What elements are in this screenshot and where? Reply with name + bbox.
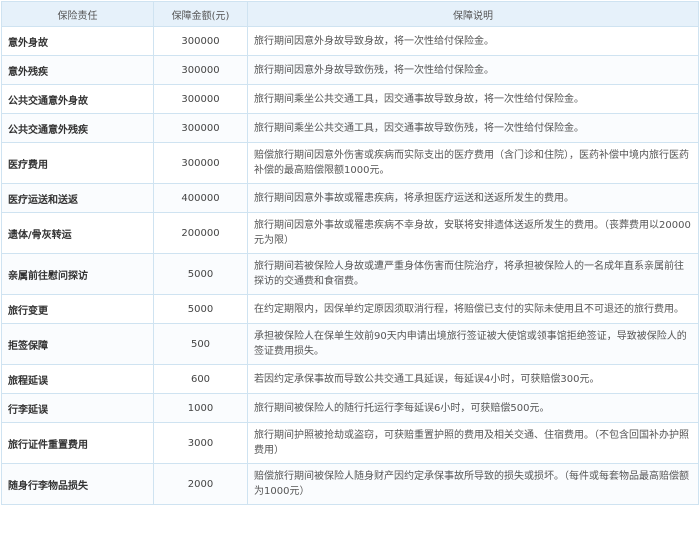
table-row: 意外残疾 300000 旅行期间因意外身故导致伤残，将一次性给付保险金。 — [1, 55, 699, 85]
header-coverage-description: 保障说明 — [247, 1, 699, 27]
coverage-name: 旅行证件重置费用 — [1, 422, 154, 464]
coverage-description: 在约定期限内，因保单约定原因须取消行程，将赔偿已支付的实际未使用且不可退还的旅行… — [247, 294, 699, 324]
table-row: 公共交通意外残疾 300000 旅行期间乘坐公共交通工具，因交通事故导致伤残，将… — [1, 113, 699, 143]
coverage-description: 赔偿旅行期间因意外伤害或疾病而实际支出的医疗费用（含门诊和住院），医药补偿中境内… — [247, 142, 699, 184]
coverage-description: 赔偿旅行期间被保险人随身财产因约定承保事故所导致的损失或损坏。（每件或每套物品最… — [247, 463, 699, 505]
coverage-name: 意外残疾 — [1, 55, 154, 85]
coverage-name: 行李延误 — [1, 393, 154, 423]
coverage-amount: 3000 — [153, 422, 248, 464]
table-header-row: 保险责任 保障金额(元) 保障说明 — [1, 1, 699, 27]
coverage-description: 旅行期间乘坐公共交通工具，因交通事故导致伤残，将一次性给付保险金。 — [247, 113, 699, 143]
coverage-amount: 5000 — [153, 294, 248, 324]
coverage-amount: 400000 — [153, 183, 248, 213]
coverage-description: 旅行期间因意外身故导致伤残，将一次性给付保险金。 — [247, 55, 699, 85]
coverage-description: 旅行期间因意外身故导致身故，将一次性给付保险金。 — [247, 26, 699, 56]
table-row: 医疗费用 300000 赔偿旅行期间因意外伤害或疾病而实际支出的医疗费用（含门诊… — [1, 142, 699, 184]
coverage-amount: 200000 — [153, 212, 248, 254]
header-coverage-amount: 保障金额(元) — [153, 1, 248, 27]
header-coverage-item: 保险责任 — [1, 1, 154, 27]
coverage-name: 意外身故 — [1, 26, 154, 56]
coverage-description: 旅行期间因意外事故或罹患疾病，将承担医疗运送和送返所发生的费用。 — [247, 183, 699, 213]
coverage-description: 旅行期间被保险人的随行托运行李每延误6小时，可获赔偿500元。 — [247, 393, 699, 423]
coverage-description: 承担被保险人在保单生效前90天内申请出境旅行签证被大使馆或领事馆拒绝签证，导致被… — [247, 323, 699, 365]
coverage-name: 遗体/骨灰转运 — [1, 212, 154, 254]
coverage-amount: 1000 — [153, 393, 248, 423]
coverage-amount: 300000 — [153, 142, 248, 184]
coverage-amount: 2000 — [153, 463, 248, 505]
table-row: 意外身故 300000 旅行期间因意外身故导致身故，将一次性给付保险金。 — [1, 26, 699, 56]
coverage-description: 旅行期间乘坐公共交通工具，因交通事故导致身故，将一次性给付保险金。 — [247, 84, 699, 114]
table-row: 医疗运送和送返 400000 旅行期间因意外事故或罹患疾病，将承担医疗运送和送返… — [1, 183, 699, 213]
table-row: 随身行李物品损失 2000 赔偿旅行期间被保险人随身财产因约定承保事故所导致的损… — [1, 463, 699, 505]
coverage-name: 旅行变更 — [1, 294, 154, 324]
coverage-amount: 500 — [153, 323, 248, 365]
coverage-name: 医疗费用 — [1, 142, 154, 184]
coverage-name: 医疗运送和送返 — [1, 183, 154, 213]
table-row: 行李延误 1000 旅行期间被保险人的随行托运行李每延误6小时，可获赔偿500元… — [1, 393, 699, 423]
coverage-name: 随身行李物品损失 — [1, 463, 154, 505]
coverage-amount: 5000 — [153, 253, 248, 295]
coverage-description: 旅行期间护照被抢劫或盗窃，可获赔重置护照的费用及相关交通、住宿费用。（不包含回国… — [247, 422, 699, 464]
coverage-name: 公共交通意外身故 — [1, 84, 154, 114]
coverage-table: 保险责任 保障金额(元) 保障说明 意外身故 300000 旅行期间因意外身故导… — [1, 1, 699, 505]
coverage-amount: 300000 — [153, 84, 248, 114]
coverage-name: 旅程延误 — [1, 364, 154, 394]
coverage-name: 亲属前往慰问探访 — [1, 253, 154, 295]
table-row: 亲属前往慰问探访 5000 旅行期间若被保险人身故或遭严重身体伤害而住院治疗，将… — [1, 253, 699, 295]
table-row: 公共交通意外身故 300000 旅行期间乘坐公共交通工具，因交通事故导致身故，将… — [1, 84, 699, 114]
table-row: 旅行证件重置费用 3000 旅行期间护照被抢劫或盗窃，可获赔重置护照的费用及相关… — [1, 422, 699, 464]
coverage-name: 拒签保障 — [1, 323, 154, 365]
coverage-amount: 300000 — [153, 26, 248, 56]
coverage-amount: 300000 — [153, 113, 248, 143]
coverage-name: 公共交通意外残疾 — [1, 113, 154, 143]
table-row: 旅程延误 600 若因约定承保事故而导致公共交通工具延误，每延误4小时，可获赔偿… — [1, 364, 699, 394]
coverage-description: 旅行期间若被保险人身故或遭严重身体伤害而住院治疗，将承担被保险人的一名成年直系亲… — [247, 253, 699, 295]
coverage-description: 若因约定承保事故而导致公共交通工具延误，每延误4小时，可获赔偿300元。 — [247, 364, 699, 394]
coverage-amount: 600 — [153, 364, 248, 394]
coverage-amount: 300000 — [153, 55, 248, 85]
table-row: 拒签保障 500 承担被保险人在保单生效前90天内申请出境旅行签证被大使馆或领事… — [1, 323, 699, 365]
table-row: 旅行变更 5000 在约定期限内，因保单约定原因须取消行程，将赔偿已支付的实际未… — [1, 294, 699, 324]
coverage-description: 旅行期间因意外事故或罹患疾病不幸身故，安联将安排遗体送返所发生的费用。（丧葬费用… — [247, 212, 699, 254]
table-row: 遗体/骨灰转运 200000 旅行期间因意外事故或罹患疾病不幸身故，安联将安排遗… — [1, 212, 699, 254]
